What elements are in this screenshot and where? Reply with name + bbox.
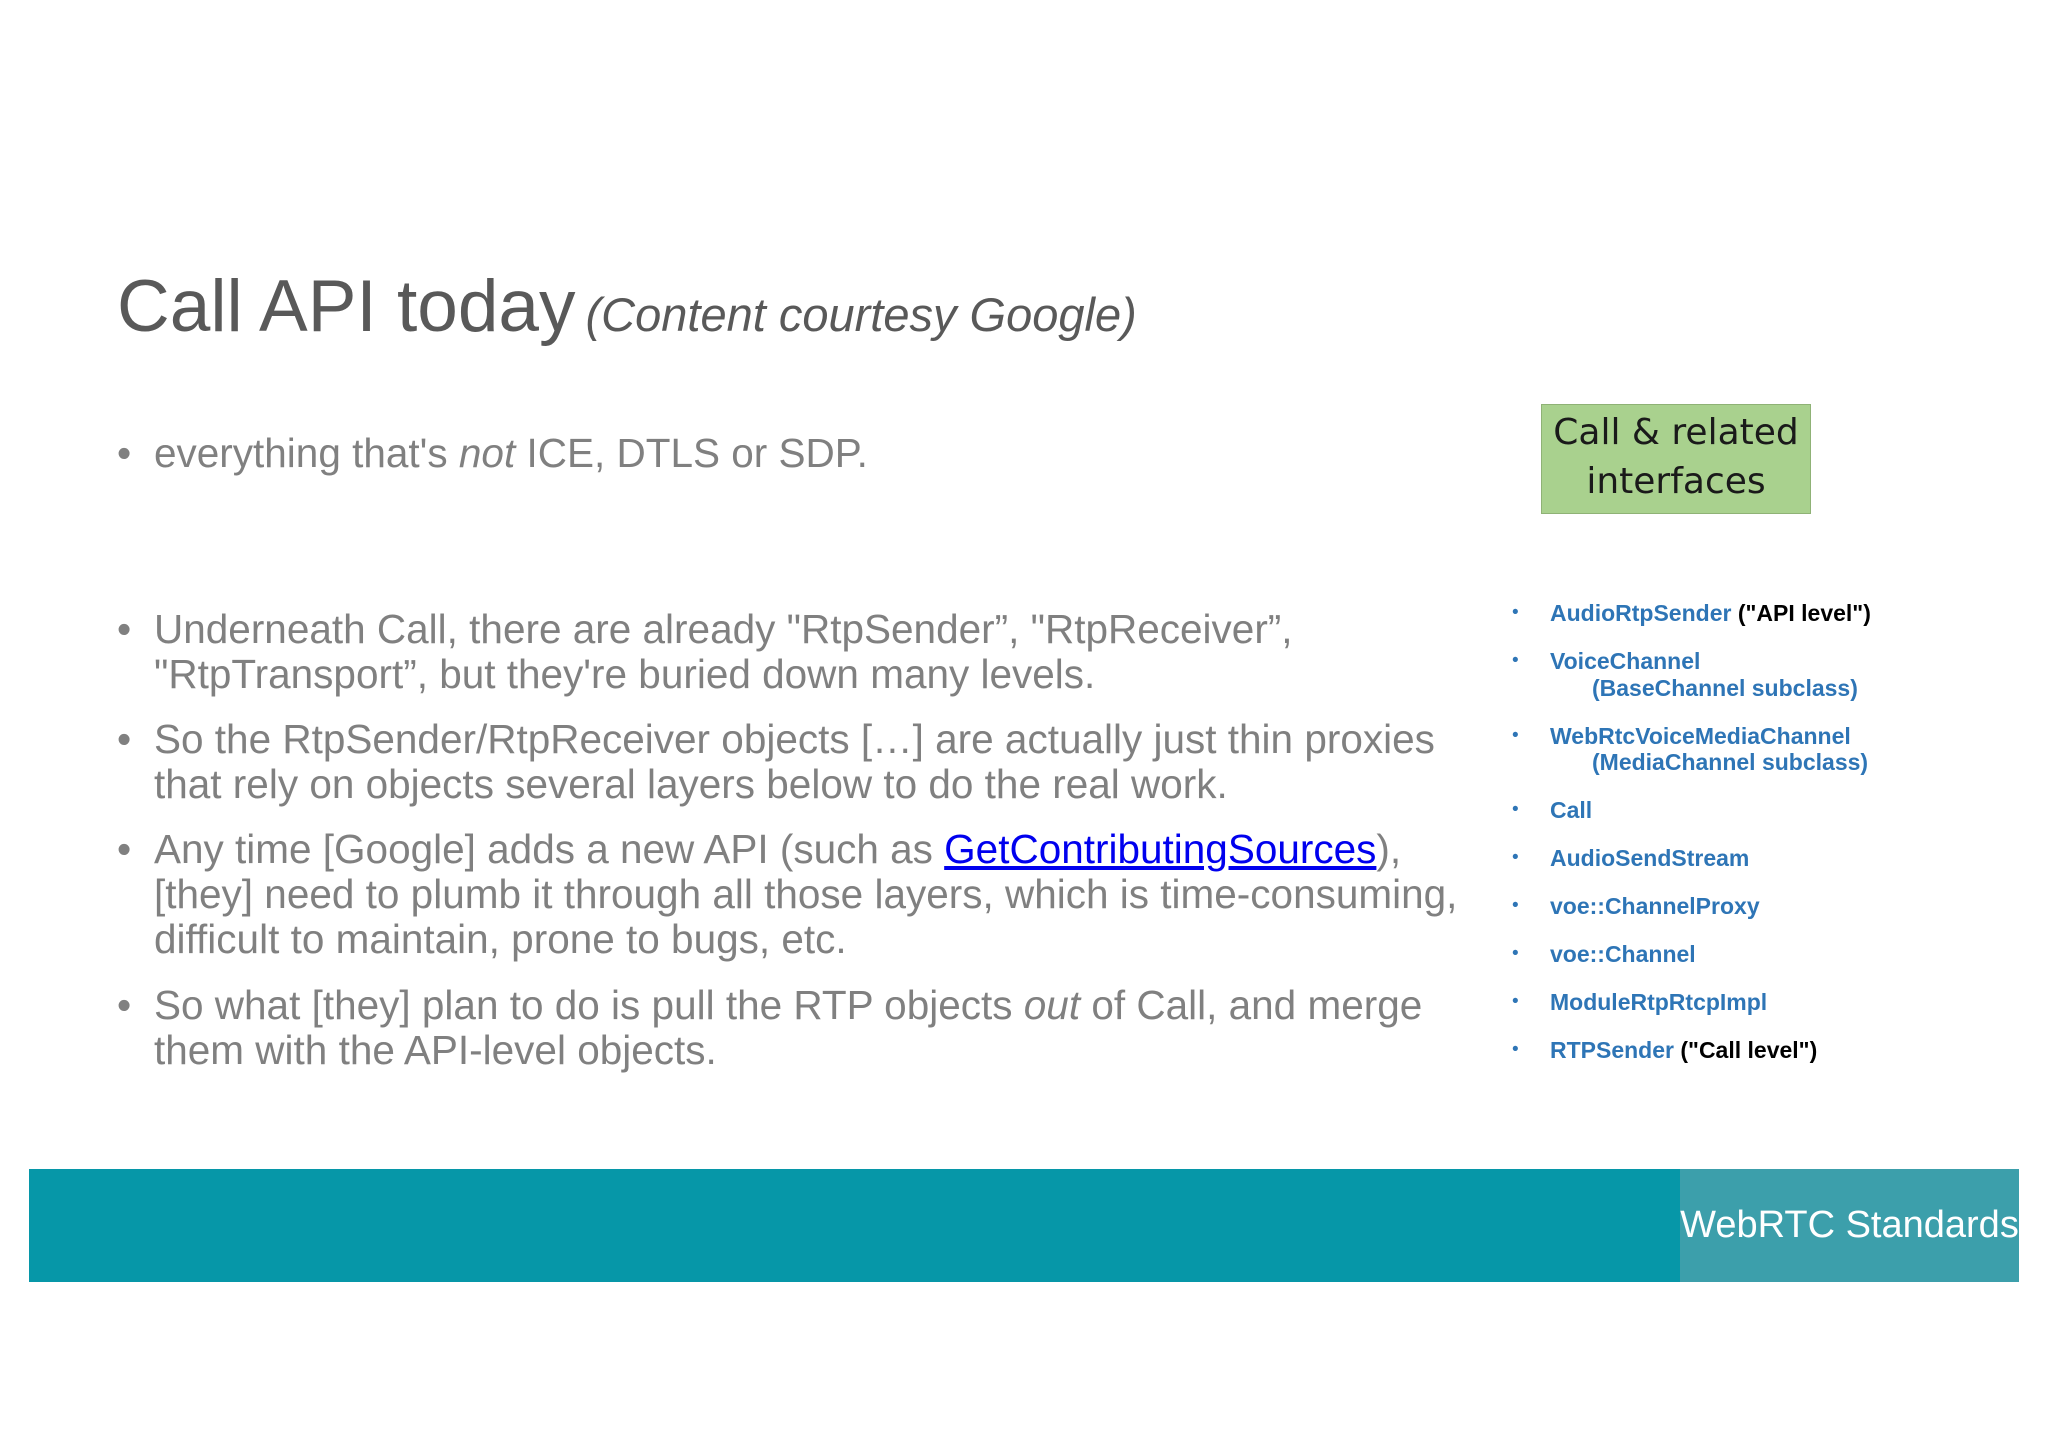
interface-name: voe::ChannelProxy bbox=[1550, 893, 1760, 919]
interface-note: ("Call level") bbox=[1673, 1037, 1818, 1063]
bullet-4-text: Any time [Google] adds a new API (such a… bbox=[154, 827, 1457, 962]
bullet-1-text: everything that's not ICE, DTLS or SDP. bbox=[154, 431, 868, 476]
bullet-3-line-1: So the RtpSender/RtpReceiver objects […]… bbox=[154, 716, 1435, 762]
interface-item: • ModuleRtpRtcpImpl bbox=[1512, 989, 1871, 1016]
interface-item: • Call bbox=[1512, 797, 1871, 824]
interface-item: • voe::Channel bbox=[1512, 941, 1871, 968]
bullet-3-line-2: that rely on objects several layers belo… bbox=[154, 761, 1228, 807]
bullet-dot: • bbox=[1512, 602, 1519, 623]
bullet-2-text: Underneath Call, there are already "RtpS… bbox=[154, 607, 1293, 697]
bullet-2: • Underneath Call, there are already "Rt… bbox=[117, 607, 1293, 697]
interface-list: • AudioRtpSender ("API level") • VoiceChan… bbox=[1512, 600, 1871, 1085]
interface-name: WebRtcVoiceMediaChannel bbox=[1550, 722, 1851, 749]
bullet-4-line-3: difficult to maintain, prone to bugs, et… bbox=[154, 916, 847, 962]
bullet-dot: • bbox=[117, 982, 132, 1028]
bullet-2-line-1: Underneath Call, there are already "RtpS… bbox=[154, 606, 1293, 652]
slide-title: Call API today (Content courtesy Google) bbox=[117, 270, 1137, 343]
bullet-4: • Any time [Google] adds a new API (such… bbox=[117, 827, 1457, 962]
bullet-1-emphasis: not bbox=[458, 430, 516, 476]
callbox-line-2: interfaces bbox=[1586, 461, 1766, 502]
interface-name: ModuleRtpRtcpImpl bbox=[1550, 989, 1768, 1015]
bullet-5-emphasis: out bbox=[1023, 982, 1081, 1028]
interface-subclass: (BaseChannel subclass) bbox=[1592, 674, 1858, 701]
bullet-dot: • bbox=[1512, 1039, 1519, 1060]
interface-item: • voe::ChannelProxy bbox=[1512, 893, 1871, 920]
interface-name: Call bbox=[1550, 797, 1593, 823]
bullet-3: • So the RtpSender/RtpReceiver objects [… bbox=[117, 717, 1435, 807]
bullet-dot: • bbox=[1512, 847, 1519, 868]
bullet-1-post: ICE, DTLS or SDP. bbox=[515, 430, 868, 476]
interface-item: • RTPSender ("Call level") bbox=[1512, 1037, 1871, 1064]
bullet-dot: • bbox=[1512, 943, 1519, 964]
bullet-2-line-2: "RtpTransport”, but they're buried down … bbox=[154, 651, 1096, 697]
interface-name: AudioSendStream bbox=[1550, 845, 1750, 871]
bullet-dot: • bbox=[117, 716, 132, 762]
interface-name: RTPSender bbox=[1550, 1037, 1674, 1063]
title-main: Call API today bbox=[117, 266, 576, 347]
bullet-dot: • bbox=[117, 430, 132, 476]
title-subtitle: (Content courtesy Google) bbox=[585, 288, 1137, 341]
bullet-5: • So what [they] plan to do is pull the … bbox=[117, 983, 1422, 1073]
interface-item: • WebRtcVoiceMediaChannel (MediaChannel su… bbox=[1512, 723, 1871, 776]
interface-name: VoiceChannel bbox=[1550, 648, 1701, 674]
bullet-5-post: of Call, and merge bbox=[1080, 982, 1423, 1028]
interface-name: AudioRtpSender bbox=[1550, 600, 1732, 626]
bullet-5-pre: So what [they] plan to do is pull the RT… bbox=[154, 982, 1024, 1028]
bullet-dot: • bbox=[1512, 650, 1519, 671]
footer-brand: WebRTC Standards bbox=[1680, 1169, 2019, 1282]
bullet-dot: • bbox=[117, 826, 132, 872]
bullet-dot: • bbox=[1512, 799, 1519, 820]
bullet-dot: • bbox=[1512, 724, 1519, 746]
bullet-dot: • bbox=[1512, 895, 1519, 916]
bullet-1: • everything that's not ICE, DTLS or SDP… bbox=[117, 431, 868, 476]
interface-item: • AudioSendStream bbox=[1512, 845, 1871, 872]
bullet-3-text: So the RtpSender/RtpReceiver objects […]… bbox=[154, 717, 1435, 807]
bullet-4-line-2: [they] need to plumb it through all thos… bbox=[154, 871, 1458, 917]
bullet-5-line-2: them with the API-level objects. bbox=[154, 1027, 717, 1073]
bullet-dot: • bbox=[1512, 991, 1519, 1012]
bullet-4-post: ), bbox=[1376, 826, 1402, 872]
callbox-line-1: Call & related bbox=[1553, 412, 1799, 453]
interface-item: • VoiceChannel (BaseChannel subclass) bbox=[1512, 648, 1871, 701]
call-interfaces-label-box: Call & related interfaces bbox=[1541, 404, 1811, 514]
bullet-dot: • bbox=[117, 606, 132, 652]
bullet-4-pre: Any time [Google] adds a new API (such a… bbox=[154, 826, 945, 872]
bullet-5-text: So what [they] plan to do is pull the RT… bbox=[154, 983, 1422, 1073]
interface-item: • AudioRtpSender ("API level") bbox=[1512, 600, 1871, 627]
interface-note: ("API level") bbox=[1731, 600, 1871, 626]
get-contributing-sources-link[interactable]: GetContributingSources bbox=[944, 826, 1376, 872]
interface-name: voe::Channel bbox=[1550, 941, 1696, 967]
bullet-1-pre: everything that's bbox=[154, 430, 459, 476]
interface-subclass: (MediaChannel subclass) bbox=[1592, 749, 1869, 775]
